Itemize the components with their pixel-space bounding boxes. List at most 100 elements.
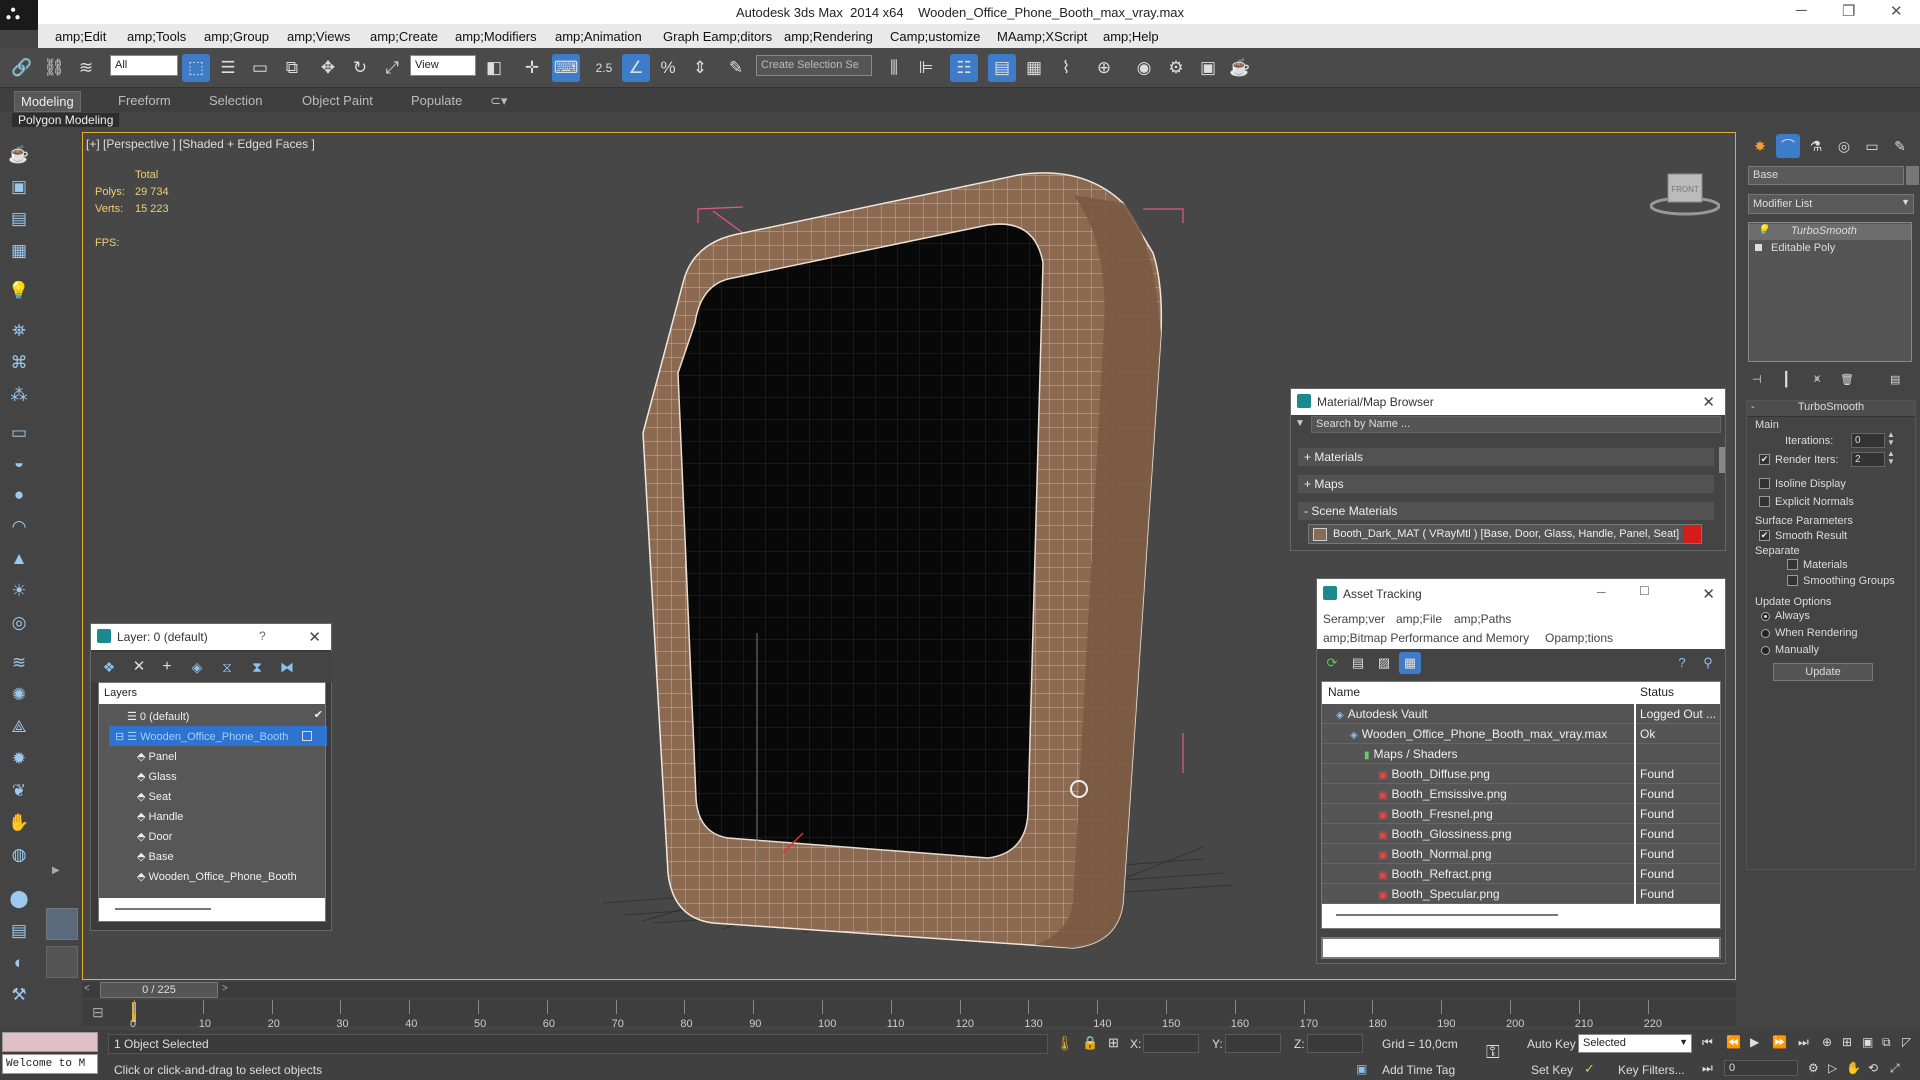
mirror-icon[interactable]: ⫼	[880, 54, 908, 82]
system-icon[interactable]: ✹	[6, 746, 32, 772]
new-layer-icon[interactable]: ❖	[95, 653, 123, 681]
asset-row-name[interactable]: ▣ Booth_Glossiness.png	[1322, 824, 1634, 844]
help-icon[interactable]: ?	[259, 629, 266, 643]
render-iters-checkbox[interactable]: ✔	[1759, 454, 1770, 465]
prev-frame-icon[interactable]: <	[84, 983, 90, 994]
teapot-icon[interactable]: ☕	[6, 142, 32, 168]
close-icon[interactable]: ✕	[1702, 393, 1715, 411]
isoline-checkbox[interactable]	[1759, 478, 1770, 489]
hierarchy-tab-icon[interactable]: ⚗	[1804, 134, 1828, 158]
pin-stack-icon[interactable]: ⊣	[1752, 373, 1762, 386]
dome-icon[interactable]: ◠	[6, 514, 32, 540]
layer-explorer-icon[interactable]: ▤	[988, 54, 1016, 82]
menu-rendering[interactable]: amp;Rendering	[784, 29, 873, 44]
y-coordinate-field[interactable]	[1225, 1034, 1281, 1053]
layer-row-booth[interactable]: ⊟ ☰ Wooden_Office_Phone_Booth	[109, 726, 327, 746]
selection-filter-dropdown[interactable]: All	[110, 55, 178, 76]
tab-object-paint[interactable]: Object Paint	[296, 91, 379, 110]
previous-frame-icon[interactable]: ⏪	[1726, 1035, 1741, 1049]
object-name-field[interactable]: Base	[1748, 166, 1904, 185]
close-icon[interactable]: ✕	[308, 628, 321, 646]
box-icon[interactable]: ▭	[6, 420, 32, 446]
mini-curve-editor-icon[interactable]: ⊟	[92, 1004, 104, 1021]
scroll-thumb[interactable]	[1336, 914, 1558, 916]
zoom-extents-all-icon[interactable]: ⧉	[1882, 1035, 1891, 1050]
search-options-icon[interactable]: ▼	[1295, 418, 1305, 429]
spinner-arrows-icon[interactable]: ▲ ▼	[1887, 431, 1895, 447]
menu-animation[interactable]: amp;Animation	[555, 29, 642, 44]
minimize-icon[interactable]: ─	[1796, 2, 1807, 19]
globe-icon[interactable]: ◍	[6, 842, 32, 868]
bind-spacewarp-icon[interactable]: ≋	[72, 54, 100, 82]
material-editor-icon[interactable]: ◉	[1130, 54, 1158, 82]
object-row-glass[interactable]: ⬘ Glass	[109, 766, 327, 786]
move-icon[interactable]: ✥	[314, 54, 342, 82]
asset-row-name[interactable]: ▣ Booth_Specular.png	[1322, 884, 1634, 904]
minimize-icon[interactable]: ─	[1597, 585, 1606, 599]
viewport-layout-tab-1[interactable]	[46, 908, 78, 940]
always-radio[interactable]	[1761, 612, 1770, 621]
particles-icon[interactable]: ⁂	[6, 382, 32, 408]
graphite-toggle-icon[interactable]: ▦	[1020, 54, 1048, 82]
object-row-booth[interactable]: ⬘ Wooden_Office_Phone_Booth	[109, 866, 327, 886]
asset-row-name[interactable]: ◈ Wooden_Office_Phone_Booth_max_vray.max	[1322, 724, 1634, 744]
asset-row-name[interactable]: ◈ Autodesk Vault	[1322, 704, 1634, 724]
fov-icon[interactable]: ◸	[1902, 1035, 1911, 1049]
select-object-icon[interactable]: ⬚	[182, 54, 210, 82]
scene-material-item[interactable]: Booth_Dark_MAT ( VRayMtl ) [Base, Door, …	[1308, 524, 1702, 544]
rollout-header[interactable]: - TurboSmooth	[1747, 401, 1915, 417]
create-tab-icon[interactable]: ✸	[1748, 134, 1772, 158]
time-tag-icon[interactable]: ▣	[1356, 1062, 1367, 1076]
hand-icon[interactable]: ✋	[6, 810, 32, 836]
rotate-icon[interactable]: ↻	[346, 54, 374, 82]
material-browser-scrollbar[interactable]	[1719, 447, 1725, 473]
key-icon[interactable]: ⚿	[1486, 1042, 1500, 1063]
set-current-layer-box[interactable]	[302, 731, 312, 741]
render-iters-spinner[interactable]: 2	[1851, 452, 1885, 467]
material-search-input[interactable]: Search by Name ...	[1311, 416, 1721, 433]
time-config-icon[interactable]: ⚙	[1808, 1061, 1819, 1075]
grid-icon[interactable]: ▦	[6, 238, 32, 264]
add-icon[interactable]: +	[153, 653, 181, 681]
modify-tab-icon[interactable]: ⌒	[1776, 134, 1800, 158]
expand-tabs-icon[interactable]: ▶	[52, 865, 60, 876]
next-frame-button-icon[interactable]: ⏩	[1772, 1035, 1787, 1049]
object-color-swatch[interactable]	[1906, 166, 1919, 185]
update-button[interactable]: Update	[1773, 663, 1873, 681]
go-to-end-icon[interactable]: ⏭	[1798, 1035, 1809, 1050]
asset-hscrollbar[interactable]	[1322, 904, 1720, 928]
explicit-normals-checkbox[interactable]	[1759, 496, 1770, 507]
key-mode-dropdown[interactable]: Selected ▼	[1578, 1034, 1692, 1053]
unlink-icon[interactable]: ⛓	[40, 54, 68, 82]
smooth-result-checkbox[interactable]: ✔	[1759, 530, 1770, 541]
asset-row-name[interactable]: ▣ Booth_Emsissive.png	[1322, 784, 1634, 804]
hair-icon[interactable]: ≋	[6, 650, 32, 676]
percent-snap-icon[interactable]: %	[654, 54, 682, 82]
object-row-panel[interactable]: ⬘ Panel	[109, 746, 327, 766]
select-by-name-icon[interactable]: ☰	[214, 54, 242, 82]
object-row-handle[interactable]: ⬘ Handle	[109, 806, 327, 826]
sun-icon[interactable]: ☀	[6, 578, 32, 604]
scene-explorer-icon[interactable]: ☷	[950, 54, 978, 82]
add-time-tag[interactable]: Add Time Tag	[1382, 1063, 1455, 1077]
spinner-snap-icon[interactable]: ⇕	[686, 54, 714, 82]
helpers-icon[interactable]: ⌘	[6, 350, 32, 376]
tools-side-icon[interactable]: ⚒	[6, 982, 32, 1008]
isolate-icon[interactable]: 🌡	[1056, 1035, 1074, 1052]
when-rendering-radio[interactable]	[1761, 629, 1770, 638]
menu-graph-editors[interactable]: Graph Eamp;ditors	[663, 29, 772, 44]
render-side-icon[interactable]: ◐	[6, 950, 32, 976]
curve-editor-icon[interactable]: ⌇	[1052, 54, 1080, 82]
object-row-seat[interactable]: ⬘ Seat	[109, 786, 327, 806]
expand-box-icon[interactable]	[1755, 244, 1762, 251]
remove-modifier-icon[interactable]: 🗑	[1840, 373, 1854, 386]
tab-modeling[interactable]: Modeling	[14, 91, 81, 112]
pin-icon[interactable]: ⚲	[1697, 652, 1719, 674]
zoom-icon[interactable]: ⊕	[1822, 1035, 1832, 1049]
zoom-all-icon[interactable]: ⊞	[1842, 1035, 1852, 1049]
scale-icon[interactable]: ⤢	[378, 54, 406, 82]
menu-maxscript[interactable]: MAamp;XScript	[997, 29, 1087, 44]
object-row-door[interactable]: ⬘ Door	[109, 826, 327, 846]
utilities-tab-icon[interactable]: ✎	[1888, 134, 1912, 158]
expand-icon[interactable]: ⊟	[115, 731, 127, 743]
